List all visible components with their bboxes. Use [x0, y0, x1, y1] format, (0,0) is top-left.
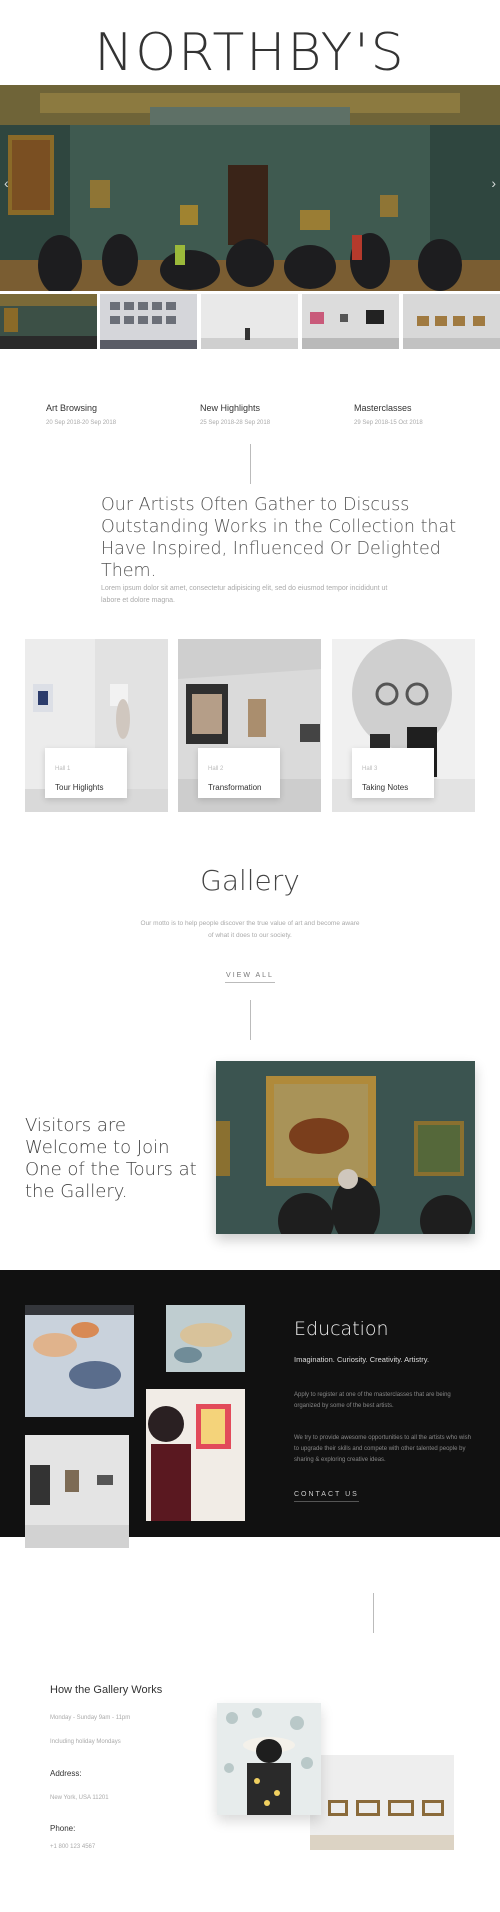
- divider-line: [250, 444, 251, 484]
- event-title[interactable]: Masterclasses: [354, 403, 412, 413]
- slider-thumb-1[interactable]: [0, 294, 97, 349]
- opening-hours-note: Including holiday Mondays: [50, 1739, 121, 1745]
- education-image-visitor: [146, 1389, 245, 1521]
- gallery-motto: Our motto is to help people discover the…: [140, 920, 360, 939]
- opening-hours: Monday - Sunday 9am - 11pm: [50, 1715, 131, 1721]
- education-image-hall: [25, 1435, 129, 1548]
- address-value: New York, USA 11201: [50, 1795, 109, 1801]
- works-image-visitor: [217, 1703, 321, 1815]
- hall-card-2[interactable]: Hall 2 Transformation: [178, 639, 321, 812]
- slider-thumb-2[interactable]: [100, 294, 197, 349]
- hall-number: Hall 3: [362, 766, 378, 772]
- event-date: 29 Sep 2018-15 Oct 2018: [354, 420, 423, 426]
- education-text: Apply to register at one of the mastercl…: [294, 1392, 451, 1409]
- hall-title: Tour Higlights: [55, 783, 104, 792]
- hall-card-1[interactable]: Hall 1 Tour Higlights: [25, 639, 168, 812]
- event-title[interactable]: Art Browsing: [46, 403, 97, 413]
- slider-thumb-4[interactable]: [302, 294, 399, 349]
- slider-thumb-3[interactable]: [201, 294, 298, 349]
- thumb-image: [100, 294, 197, 349]
- gallery-heading: Gallery: [200, 864, 300, 897]
- view-all-link[interactable]: VIEW ALL: [225, 972, 275, 983]
- slider-thumb-5[interactable]: [403, 294, 500, 349]
- event-title[interactable]: New Highlights: [200, 403, 260, 413]
- chevron-left-icon[interactable]: ‹: [4, 175, 9, 191]
- intro-heading: Our Artists Often Gather to Discuss Outs…: [101, 495, 457, 581]
- education-image-canvas: [166, 1305, 245, 1372]
- hall-label-box: Hall 3 Taking Notes: [352, 748, 434, 798]
- tour-image: [216, 1061, 475, 1234]
- hall-title: Transformation: [208, 783, 262, 792]
- thumb-image: [0, 294, 97, 349]
- works-heading: How the Gallery Works: [50, 1684, 163, 1696]
- chevron-right-icon[interactable]: ›: [491, 175, 496, 191]
- education-heading: Education: [294, 1318, 389, 1340]
- hall-title: Taking Notes: [362, 783, 409, 792]
- divider-line: [373, 1593, 374, 1633]
- site-logo[interactable]: NORTHBY'S: [0, 18, 500, 88]
- event-date: 20 Sep 2018-20 Sep 2018: [46, 420, 117, 426]
- contact-us-link[interactable]: CONTACT US: [294, 1491, 359, 1502]
- hero-slider[interactable]: ‹ ›: [0, 85, 500, 291]
- hall-label-box: Hall 2 Transformation: [198, 748, 280, 798]
- education-subtitle: Imagination. Curiosity. Creativity. Arti…: [294, 1355, 430, 1364]
- phone-value[interactable]: +1 800 123 4567: [50, 1844, 95, 1850]
- phone-label: Phone:: [50, 1824, 76, 1833]
- education-text: We try to provide awesome opportunities …: [294, 1435, 471, 1463]
- hall-number: Hall 1: [55, 766, 71, 772]
- hero-image: [0, 85, 500, 291]
- hall-number: Hall 2: [208, 766, 224, 772]
- address-label: Address:: [50, 1769, 82, 1778]
- hall-label-box: Hall 1 Tour Higlights: [45, 748, 127, 798]
- intro-text: Lorem ipsum dolor sit amet, consectetur …: [101, 585, 388, 604]
- event-date: 25 Sep 2018-28 Sep 2018: [200, 420, 271, 426]
- thumb-image: [201, 294, 298, 349]
- education-image-paint: [25, 1305, 134, 1417]
- thumb-image: [403, 294, 500, 349]
- divider-line: [250, 1000, 251, 1040]
- thumb-image: [302, 294, 399, 349]
- works-image-frames: [310, 1755, 454, 1850]
- visitors-heading: Visitors are Welcome to Join One of the …: [25, 1115, 197, 1202]
- hall-card-3[interactable]: Hall 3 Taking Notes: [332, 639, 475, 812]
